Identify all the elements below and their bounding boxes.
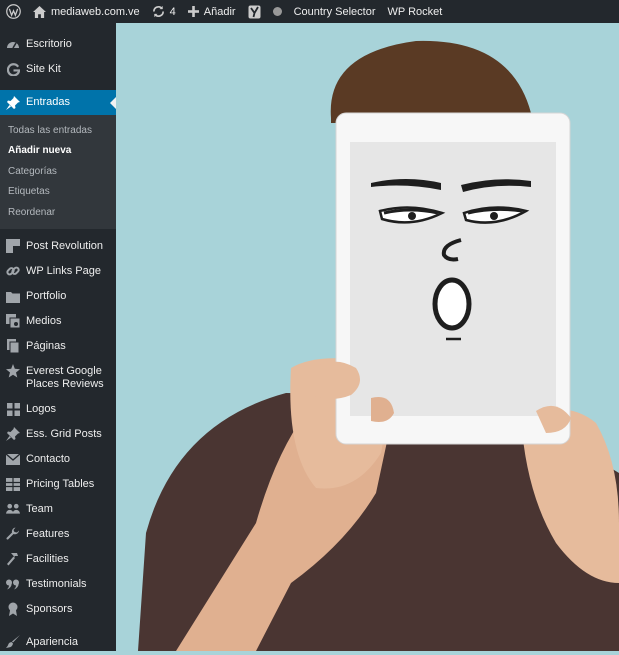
menu-label: WP Links Page	[26, 264, 102, 277]
menu-label: Entradas	[26, 96, 71, 108]
sponsors-icon	[6, 602, 20, 616]
updates-count: 4	[169, 5, 176, 18]
wp-rocket-link[interactable]: WP Rocket	[382, 0, 449, 23]
hammer-icon	[6, 552, 20, 566]
pushpin-icon	[6, 95, 20, 110]
country-selector-link[interactable]: Country Selector	[288, 0, 382, 23]
menu-item-facilities[interactable]: Facilities	[0, 547, 116, 572]
menu-item-team[interactable]: Team	[0, 497, 116, 522]
menu-item-pricing-tables[interactable]: Pricing Tables	[0, 472, 116, 497]
dashboard-icon	[6, 38, 20, 52]
menu-label: Logos	[26, 402, 56, 415]
country-selector-label: Country Selector	[293, 5, 376, 18]
folder-icon	[6, 289, 20, 303]
menu-item-portfolio[interactable]: Portfolio	[0, 284, 116, 309]
submenu-item-todas-las-entradas[interactable]: Todas las entradas	[0, 120, 116, 141]
site-name: mediaweb.com.ve	[51, 5, 140, 18]
menu-item-sponsors[interactable]: Sponsors	[0, 597, 116, 622]
table-icon	[6, 477, 20, 491]
team-icon	[6, 502, 20, 516]
updates-icon	[152, 5, 165, 18]
admin-sidebar: Escritorio Site Kit Entradas Todas las e…	[0, 23, 116, 651]
submenu-item-anadir-nueva[interactable]: Añadir nueva	[0, 141, 116, 162]
seo-status[interactable]	[267, 0, 288, 23]
site-name-link[interactable]: mediaweb.com.ve	[27, 0, 146, 23]
quote-icon	[6, 577, 20, 591]
google-g-icon	[6, 63, 20, 77]
menu-item-features[interactable]: Features	[0, 522, 116, 547]
menu-label: Pricing Tables	[26, 477, 95, 490]
wordpress-logo-icon	[6, 4, 21, 19]
submenu-item-categorias[interactable]: Categorías	[0, 161, 116, 182]
envelope-icon	[6, 452, 20, 466]
menu-label: Medios	[26, 314, 62, 327]
menu-label: Ess. Grid Posts	[26, 427, 102, 440]
menu-label: Contacto	[26, 452, 71, 465]
home-icon	[33, 5, 46, 18]
star-icon	[6, 363, 20, 378]
menu-label: Facilities	[26, 552, 69, 565]
updates-link[interactable]: 4	[146, 0, 182, 23]
menu-label: Páginas	[26, 339, 66, 352]
menu-item-medios[interactable]: Medios	[0, 309, 116, 334]
menu-item-everest-google-places-reviews[interactable]: Everest Google Places Reviews	[0, 359, 116, 397]
menu-label: Post Revolution	[26, 239, 104, 252]
menu-item-escritorio[interactable]: Escritorio	[0, 32, 116, 57]
menu-item-testimonials[interactable]: Testimonials	[0, 572, 116, 597]
menu-item-ess-grid-posts[interactable]: Ess. Grid Posts	[0, 422, 116, 447]
menu-label: Features	[26, 527, 70, 540]
media-icon	[6, 314, 20, 328]
wordpress-logo-button[interactable]	[0, 0, 27, 23]
menu-label: Portfolio	[26, 289, 67, 302]
menu-item-contacto[interactable]: Contacto	[0, 447, 116, 472]
pages-icon	[6, 339, 20, 353]
grid-icon	[6, 402, 20, 416]
man-holding-tablet-photo	[116, 23, 619, 651]
admin-bar: mediaweb.com.ve 4 Añadir Country Selecto…	[0, 0, 619, 23]
post-revolution-icon	[6, 239, 20, 253]
wp-rocket-label: WP Rocket	[387, 5, 443, 18]
yoast-icon	[248, 5, 261, 19]
submenu-item-etiquetas[interactable]: Etiquetas	[0, 182, 116, 203]
yoast-seo-button[interactable]	[242, 0, 267, 23]
new-content-label: Añadir	[203, 5, 236, 18]
entradas-submenu: Todas las entradas Añadir nueva Categorí…	[0, 115, 116, 229]
wrench-icon	[6, 527, 20, 541]
menu-item-site-kit[interactable]: Site Kit	[0, 57, 116, 82]
featured-image	[116, 23, 619, 651]
menu-label: Site Kit	[26, 63, 61, 75]
brush-icon	[6, 635, 20, 649]
new-content-link[interactable]: Añadir	[182, 0, 242, 23]
menu-label: Testimonials	[26, 577, 87, 590]
link-icon	[6, 264, 20, 278]
plus-icon	[187, 6, 199, 17]
status-dot-icon	[272, 7, 282, 16]
menu-label: Team	[26, 502, 53, 515]
menu-item-wp-links-page[interactable]: WP Links Page	[0, 259, 116, 284]
menu-label: Apariencia	[26, 635, 78, 648]
menu-label: Sponsors	[26, 602, 73, 615]
menu-label: Escritorio	[26, 38, 72, 50]
menu-item-logos[interactable]: Logos	[0, 397, 116, 422]
menu-item-post-revolution[interactable]: Post Revolution	[0, 234, 116, 259]
menu-item-entradas[interactable]: Entradas	[0, 90, 116, 115]
pushpin-icon	[6, 427, 20, 441]
submenu-item-reordenar[interactable]: Reordenar	[0, 202, 116, 223]
menu-item-paginas[interactable]: Páginas	[0, 334, 116, 359]
menu-label: Everest Google Places Reviews	[26, 364, 104, 390]
